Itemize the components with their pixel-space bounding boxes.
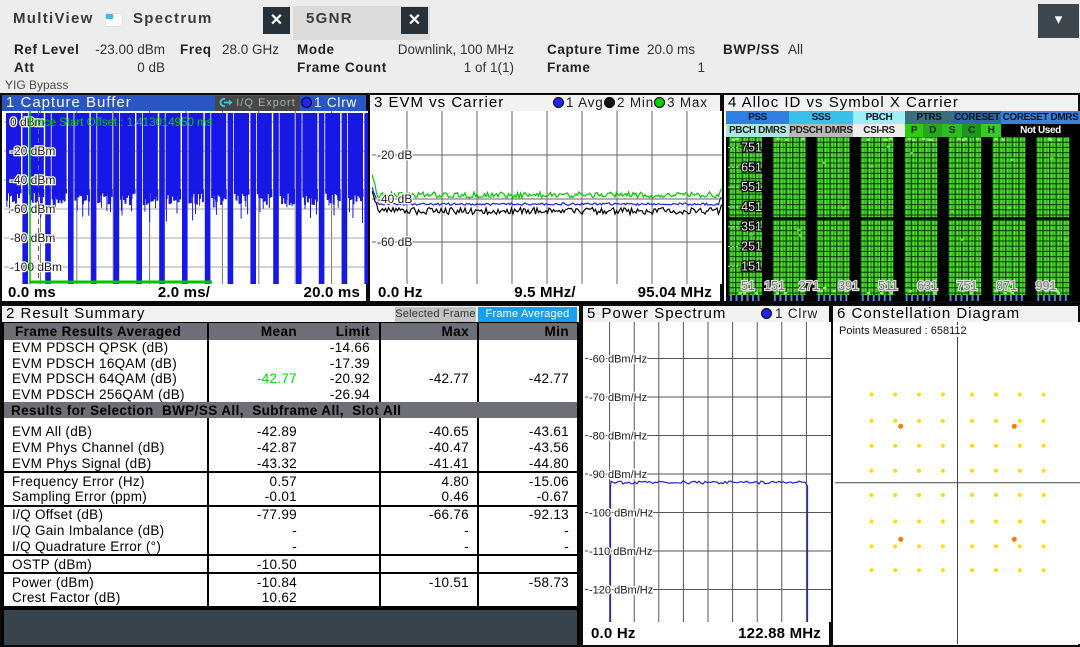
svg-text:-80 dBm: -80 dBm (10, 231, 55, 245)
svg-text:-110 dBm/Hz: -110 dBm/Hz (589, 546, 652, 558)
svg-text:151: 151 (741, 259, 762, 273)
svg-text:-20 dBm: -20 dBm (10, 144, 55, 158)
svg-text:-90 dBm/Hz: -90 dBm/Hz (589, 469, 647, 481)
svg-text:-60 dBm/Hz: -60 dBm/Hz (589, 353, 647, 365)
svg-text:-70 dBm/Hz: -70 dBm/Hz (589, 392, 647, 404)
svg-text:Trace Start Offset : 1.4130149: Trace Start Offset : 1.413014950 ms (27, 117, 213, 129)
svg-text:391: 391 (838, 279, 859, 293)
svg-text:871: 871 (996, 279, 1017, 293)
svg-text:451: 451 (741, 199, 762, 213)
svg-text:-40 dBm: -40 dBm (10, 173, 55, 187)
svg-text:251: 251 (741, 239, 762, 253)
svg-text:751: 751 (957, 279, 978, 293)
svg-text:-20 dB: -20 dB (377, 148, 412, 162)
svg-text:-40 dB: -40 dB (377, 192, 412, 206)
svg-text:271: 271 (799, 279, 820, 293)
svg-text:-100 dBm: -100 dBm (10, 260, 62, 274)
svg-text:-60 dB: -60 dB (377, 235, 412, 249)
svg-text:991: 991 (1036, 279, 1057, 293)
svg-text:151: 151 (764, 279, 785, 293)
svg-text:511: 511 (878, 279, 898, 293)
svg-text:-120 dBm/Hz: -120 dBm/Hz (589, 584, 653, 596)
svg-text:-80 dBm/Hz: -80 dBm/Hz (589, 430, 647, 442)
svg-text:751: 751 (741, 140, 762, 154)
svg-text:-60 dBm: -60 dBm (10, 202, 55, 216)
svg-text:631: 631 (917, 279, 938, 293)
svg-text:551: 551 (741, 180, 762, 194)
svg-text:-100 dBm/Hz: -100 dBm/Hz (589, 507, 653, 519)
svg-text:351: 351 (741, 219, 762, 233)
svg-text:651: 651 (741, 160, 762, 174)
svg-text:51: 51 (741, 279, 755, 293)
